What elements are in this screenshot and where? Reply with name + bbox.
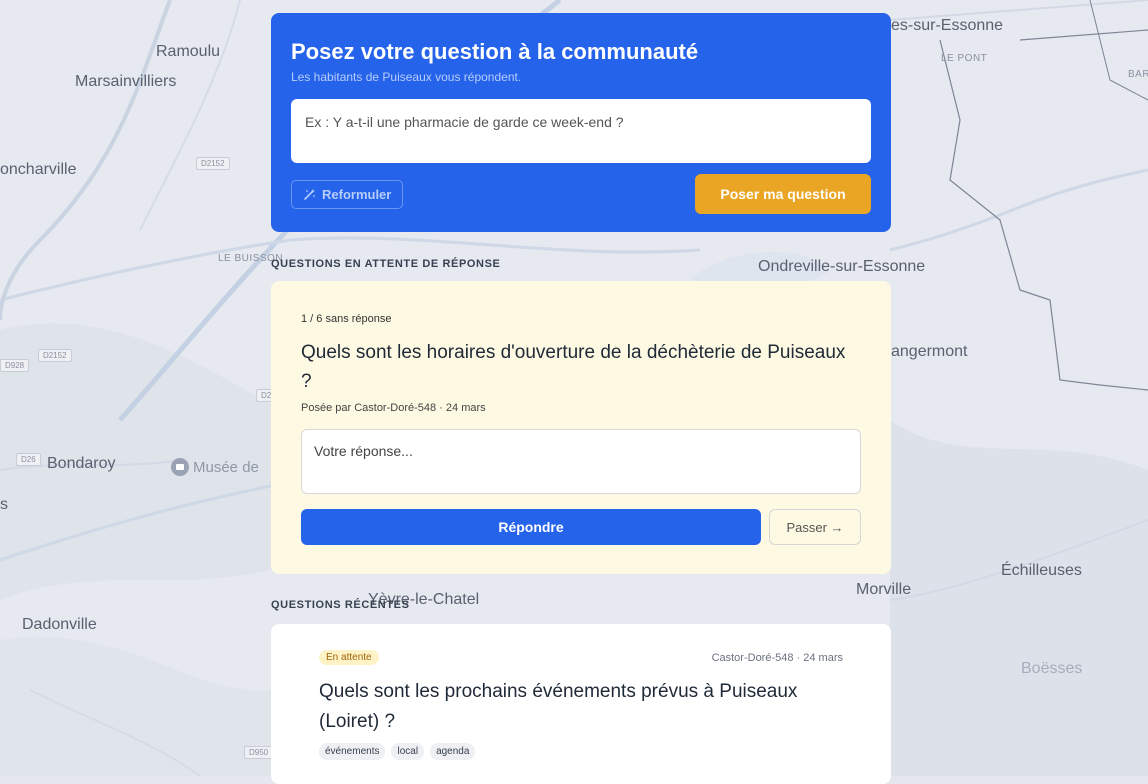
map-place-dadonville: Dadonville xyxy=(22,616,97,633)
pending-question-text: Quels sont les horaires d'ouverture de l… xyxy=(301,342,846,392)
road-label-d26: D26 xyxy=(16,453,41,466)
map-place-echilleuses: Échilleuses xyxy=(1001,562,1082,579)
map-poi-museum[interactable]: Musée de xyxy=(171,458,259,476)
road-label-d928: D928 xyxy=(0,359,30,372)
tag-list: événements local agenda xyxy=(319,743,843,760)
submit-question-button[interactable]: Poser ma question xyxy=(695,174,871,214)
map-place-bondaroy: Bondaroy xyxy=(47,455,116,472)
ask-title: Posez votre question à la communauté xyxy=(291,39,699,64)
recent-question-text[interactable]: Quels sont les prochains événements prév… xyxy=(319,677,843,737)
question-input[interactable] xyxy=(291,99,871,163)
pending-count: 1 / 6 sans réponse xyxy=(301,313,392,325)
recent-section-title: QUESTIONS RÉCENTES xyxy=(271,599,410,611)
ask-subtitle: Les habitants de Puiseaux vous répondent… xyxy=(291,70,522,84)
tag-chip[interactable]: local xyxy=(391,743,425,760)
map-place-s: s xyxy=(0,496,8,513)
map-place-morville: Morville xyxy=(856,581,912,598)
map-place-ondreville: Ondreville-sur-Essonne xyxy=(758,258,926,275)
reformulate-label: Reformuler xyxy=(322,186,392,202)
ask-question-panel: Posez votre question à la communauté Les… xyxy=(271,13,891,232)
map-place-oncharville: oncharville xyxy=(0,161,77,178)
map-place-marsainvilliers: Marsainvilliers xyxy=(75,73,177,90)
tag-chip[interactable]: événements xyxy=(319,743,386,760)
pending-question-card: 1 / 6 sans réponse Quels sont les horair… xyxy=(271,281,891,574)
road-label-d950: D950 xyxy=(244,746,274,759)
recent-question-card[interactable]: En attente Castor-Doré-548 · 24 mars Que… xyxy=(271,624,891,784)
museum-icon xyxy=(171,458,189,476)
tag-chip[interactable]: agenda xyxy=(430,743,476,760)
map-place-boesses: Boësses xyxy=(1021,660,1083,677)
pending-question-meta: Posée par Castor-Doré-548 · 24 mars xyxy=(301,402,486,414)
map-place-bar: BAR xyxy=(1128,69,1148,80)
reformulate-button[interactable]: Reformuler xyxy=(291,179,404,209)
answer-input[interactable] xyxy=(301,429,861,494)
reply-button[interactable]: Répondre xyxy=(301,509,761,545)
status-badge: En attente xyxy=(319,650,379,665)
ask-actions: Reformuler Poser ma question xyxy=(291,174,871,214)
pending-section-title: QUESTIONS EN ATTENTE DE RÉPONSE xyxy=(271,258,501,270)
magic-wand-icon xyxy=(304,188,315,200)
road-label-d2152: D2152 xyxy=(196,157,230,170)
map-place-ramoulu: Ramoulu xyxy=(156,43,221,60)
map-poi-museum-label: Musée de xyxy=(193,458,259,476)
recent-question-header: En attente Castor-Doré-548 · 24 mars xyxy=(319,650,843,665)
map-place-sur-essonne: es-sur-Essonne xyxy=(891,17,1004,34)
map-place-angermont: angermont xyxy=(891,343,968,360)
pending-actions: Répondre Passer → xyxy=(301,509,861,545)
map-place-le-pont: LE PONT xyxy=(941,53,988,64)
recent-question-meta: Castor-Doré-548 · 24 mars xyxy=(711,651,843,664)
skip-button[interactable]: Passer → xyxy=(769,509,861,545)
road-label-d2152: D2152 xyxy=(38,349,72,362)
